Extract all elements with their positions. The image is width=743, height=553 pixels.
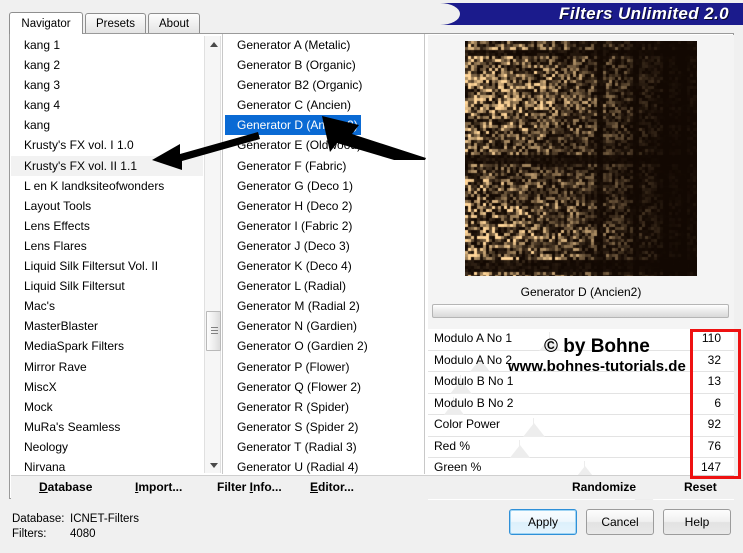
parameter-row[interactable]: Modulo B No 2 6: [428, 394, 734, 416]
preview-column: Generator D (Ancien2) Modulo A No 1110Mo…: [428, 35, 734, 474]
parameter-value: 13: [708, 374, 721, 388]
parameter-label: Color Power: [434, 417, 500, 431]
annotation-arrow-right: [318, 112, 428, 160]
parameter-row[interactable]: Modulo A No 1 110: [428, 329, 734, 351]
column-divider-2: [424, 34, 425, 474]
parameter-label: Green %: [434, 460, 481, 474]
category-list-item[interactable]: kang 4: [11, 95, 203, 115]
category-list-item[interactable]: Lens Effects: [11, 216, 203, 236]
parameter-row[interactable]: Red % 76: [428, 437, 734, 459]
tab-presets[interactable]: Presets: [85, 13, 146, 33]
database-value: ICNET-Filters: [70, 513, 139, 525]
main-panel: kang 1kang 2kang 3kang 4kangKrusty's FX …: [9, 33, 734, 499]
database-info: Database:ICNET-Filters Filters:4080: [12, 512, 139, 542]
tab-navigator[interactable]: Navigator: [9, 12, 83, 34]
randomize-link[interactable]: Randomize: [572, 480, 636, 494]
scrollbar-grip-icon: [211, 327, 218, 336]
parameter-value: 76: [708, 439, 721, 453]
filter-list-item[interactable]: Generator B2 (Organic): [225, 75, 421, 95]
category-list-item[interactable]: Neology: [11, 437, 203, 457]
column-divider-1: [222, 34, 223, 474]
category-list-item[interactable]: Mirror Rave: [11, 357, 203, 377]
category-list-item[interactable]: kang 1: [11, 35, 203, 55]
parameter-value: 92: [708, 417, 721, 431]
category-list-scrollbar[interactable]: [204, 36, 221, 473]
filter-list-item[interactable]: Generator S (Spider 2): [225, 417, 421, 437]
parameter-value: 6: [714, 396, 721, 410]
category-list-item[interactable]: Layout Tools: [11, 196, 203, 216]
tab-about[interactable]: About: [148, 13, 200, 33]
category-list-item[interactable]: MiscX: [11, 377, 203, 397]
filter-list-item[interactable]: Generator I (Fabric 2): [225, 216, 421, 236]
parameter-value: 147: [701, 460, 721, 474]
parameter-slider-handle[interactable]: [539, 337, 561, 351]
filter-list-item[interactable]: Generator G (Deco 1): [225, 176, 421, 196]
reset-link[interactable]: Reset: [684, 480, 717, 494]
scroll-up-icon[interactable]: [205, 36, 222, 52]
filter-list-item[interactable]: Generator T (Radial 3): [225, 437, 421, 457]
cancel-button[interactable]: Cancel: [586, 509, 654, 535]
help-button[interactable]: Help: [663, 509, 731, 535]
parameter-row[interactable]: Color Power 92: [428, 415, 734, 437]
parameter-slider-handle[interactable]: [509, 445, 531, 459]
parameter-label: Modulo B No 2: [434, 396, 513, 410]
status-footer: Database:ICNET-Filters Filters:4080 Appl…: [0, 500, 743, 553]
parameter-label: Modulo A No 1: [434, 331, 512, 345]
filters-label: Filters:: [12, 527, 70, 542]
database-label: Database:: [12, 512, 70, 527]
category-list-item[interactable]: L en K landksiteofwonders: [11, 176, 203, 196]
category-list-item[interactable]: Liquid Silk Filtersut: [11, 276, 203, 296]
filter-list-item[interactable]: Generator P (Flower): [225, 357, 421, 377]
import-link[interactable]: Import...: [135, 480, 182, 494]
apply-button[interactable]: Apply: [509, 509, 577, 535]
database-link[interactable]: Database: [39, 480, 92, 494]
category-list-item[interactable]: MediaSpark Filters: [11, 336, 203, 356]
filter-list-item[interactable]: Generator U (Radial 4): [225, 457, 421, 474]
category-list-item[interactable]: MuRa's Seamless: [11, 417, 203, 437]
selected-filter-name: Generator D (Ancien2): [432, 282, 730, 302]
filters-unlimited-window: Filters Unlimited 2.0 Navigator Presets …: [0, 0, 743, 553]
filter-category-list[interactable]: kang 1kang 2kang 3kang 4kangKrusty's FX …: [11, 35, 203, 474]
category-list-item[interactable]: Liquid Silk Filtersut Vol. II: [11, 256, 203, 276]
parameter-value: 32: [708, 353, 721, 367]
filter-list-item[interactable]: Generator O (Gardien 2): [225, 336, 421, 356]
parameter-label: Modulo A No 2: [434, 353, 512, 367]
filter-list-item[interactable]: Generator N (Gardien): [225, 316, 421, 336]
filter-list-item[interactable]: Generator L (Radial): [225, 276, 421, 296]
scroll-down-icon[interactable]: [205, 457, 222, 473]
parameter-label: Red %: [434, 439, 470, 453]
category-list-item[interactable]: kang 2: [11, 55, 203, 75]
filter-preview-image[interactable]: [465, 41, 697, 276]
category-list-item[interactable]: Mac's: [11, 296, 203, 316]
scrollbar-thumb[interactable]: [206, 311, 221, 351]
category-list-item[interactable]: kang 3: [11, 75, 203, 95]
filter-list-item[interactable]: Generator H (Deco 2): [225, 196, 421, 216]
parameter-value: 110: [702, 331, 721, 345]
filter-list-item[interactable]: Generator Q (Flower 2): [225, 377, 421, 397]
category-list-item[interactable]: Mock: [11, 397, 203, 417]
filter-info-link[interactable]: Filter Info...: [217, 480, 282, 494]
filter-list-item[interactable]: Generator B (Organic): [225, 55, 421, 75]
editor-link[interactable]: Editor...: [310, 480, 354, 494]
annotation-arrow-left: [150, 130, 260, 170]
filter-name-list[interactable]: Generator A (Metalic)Generator B (Organi…: [225, 35, 421, 474]
parameter-label: Modulo B No 1: [434, 374, 513, 388]
preview-scroll-track[interactable]: [432, 304, 729, 318]
preview-container: [434, 38, 728, 278]
filters-value: 4080: [70, 528, 96, 540]
category-list-item[interactable]: MasterBlaster: [11, 316, 203, 336]
category-list-item[interactable]: Lens Flares: [11, 236, 203, 256]
action-link-row: Database Import... Filter Info... Editor…: [11, 475, 734, 499]
filter-list-item[interactable]: Generator J (Deco 3): [225, 236, 421, 256]
parameter-row[interactable]: Modulo B No 1 13: [428, 372, 734, 394]
parameter-slider-handle[interactable]: [523, 423, 545, 437]
parameter-row[interactable]: Modulo A No 2 32: [428, 351, 734, 373]
filter-list-item[interactable]: Generator A (Metalic): [225, 35, 421, 55]
category-list-item[interactable]: Nirvana: [11, 457, 203, 474]
filter-list-item[interactable]: Generator R (Spider): [225, 397, 421, 417]
app-title: Filters Unlimited 2.0: [559, 4, 729, 24]
filter-list-item[interactable]: Generator K (Deco 4): [225, 256, 421, 276]
filter-list-item[interactable]: Generator M (Radial 2): [225, 296, 421, 316]
